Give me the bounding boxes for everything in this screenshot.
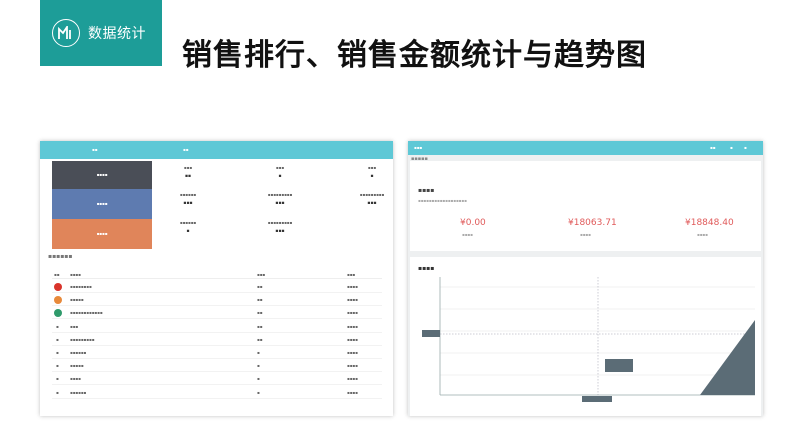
crosshair-y-label — [422, 330, 440, 337]
stat-block: ▪▪▪ ▪▪ — [183, 165, 193, 179]
slide: 数据统计 销售排行、销售金额统计与趋势图 ▪▪ ▪▪ ▪▪▪▪ ▪▪▪▪ ▪▪▪… — [0, 0, 800, 448]
section-badge: 数据统计 — [40, 0, 162, 66]
ranking-row: ▪▪▪▪▪▪▪▪▪▪▪ — [52, 362, 382, 372]
ranking-row: ▪▪▪▪▪▪▪▪▪▪ — [52, 375, 382, 385]
side-button-orange[interactable]: ▪▪▪▪ — [52, 219, 152, 249]
stat-block: ▪▪▪▪▪▪ ▪▪▪ — [179, 192, 197, 206]
ranking-row: ▪ ▪▪▪▪▪▪ ▪ ▪▪▪▪ — [52, 389, 382, 399]
left-screenshot: ▪▪ ▪▪ ▪▪▪▪ ▪▪▪▪ ▪▪▪▪ ▪▪▪ ▪▪ ▪▪▪ ▪ ▪▪▪ ▪ ▪▪▪… — [40, 141, 393, 416]
stat-block: ▪▪▪▪▪▪ ▪ — [179, 220, 197, 234]
medal-icon — [54, 283, 62, 291]
side-button-text: ▪▪▪▪ — [96, 200, 108, 206]
side-button-text: ▪▪▪▪ — [96, 230, 108, 236]
stat-block: ▪▪▪ ▪ — [367, 165, 377, 179]
logo-icon — [52, 19, 80, 47]
crosshair-x-label — [582, 396, 612, 402]
sales-amount-card: ▪▪▪▪ ▪▪▪▪▪▪▪▪▪▪▪▪▪▪▪▪▪▪ ¥0.00 ¥18063.71 … — [410, 161, 761, 251]
trend-chart-card: ▪▪▪▪ — [410, 257, 761, 416]
right-top-bar: ▪▪▪ ▪▪ ▪ ▪ — [408, 141, 763, 155]
stat-block: ▪▪▪▪▪▪▪▪▪ ▪▪▪ — [267, 220, 293, 234]
side-button-blue[interactable]: ▪▪▪▪ — [52, 189, 152, 219]
ranking-row: ▪▪▪▪▪▪▪▪▪▪▪ — [52, 296, 382, 306]
left-top-bar: ▪▪ ▪▪ — [40, 141, 393, 159]
ranking-row: ▪ ▪▪▪▪▪▪▪▪▪ ▪▪ ▪▪▪▪ — [52, 336, 382, 346]
ranking-title: ▪▪▪▪▪▪ — [48, 253, 73, 260]
ranking-row: ▪▪▪▪▪▪▪▪▪▪ — [52, 323, 382, 333]
amount-value: ¥18063.71 — [568, 218, 617, 228]
bar-text: ▪▪ — [183, 147, 189, 152]
badge-text: 数据统计 — [88, 26, 146, 42]
bar-text: ▪▪ — [92, 147, 98, 152]
amount-value: ¥0.00 — [460, 218, 486, 228]
ranking-header: ▪▪ ▪▪▪▪ ▪▪▪ ▪▪▪ — [52, 271, 382, 279]
trend-chart — [422, 277, 755, 402]
medal-icon — [54, 296, 62, 304]
stat-block: ▪▪▪▪▪▪▪▪▪ ▪▪▪ — [359, 192, 385, 206]
side-button-dark[interactable]: ▪▪▪▪ — [52, 161, 152, 189]
side-button-text: ▪▪▪▪ — [96, 171, 108, 177]
ranking-row: ▪▪▪▪▪▪▪▪▪▪▪▪ ▪▪ ▪▪▪▪ — [52, 309, 382, 319]
right-screenshot: ▪▪▪ ▪▪ ▪ ▪ ▪▪▪▪▪ ▪▪▪▪ ▪▪▪▪▪▪▪▪▪▪▪▪▪▪▪▪▪▪… — [408, 141, 763, 416]
stat-block: ▪▪▪▪▪▪▪▪▪ ▪▪▪ — [267, 192, 293, 206]
amount-value: ¥18848.40 — [685, 218, 734, 228]
tooltip-box — [605, 359, 633, 372]
slide-title: 销售排行、销售金额统计与趋势图 — [182, 38, 647, 73]
medal-icon — [54, 309, 62, 317]
ranking-row: ▪▪▪▪▪▪▪▪ ▪▪ ▪▪▪▪ — [52, 283, 382, 293]
stat-block: ▪▪▪ ▪ — [275, 165, 285, 179]
ranking-row: ▪ ▪▪▪▪▪▪ ▪ ▪▪▪▪ — [52, 349, 382, 359]
